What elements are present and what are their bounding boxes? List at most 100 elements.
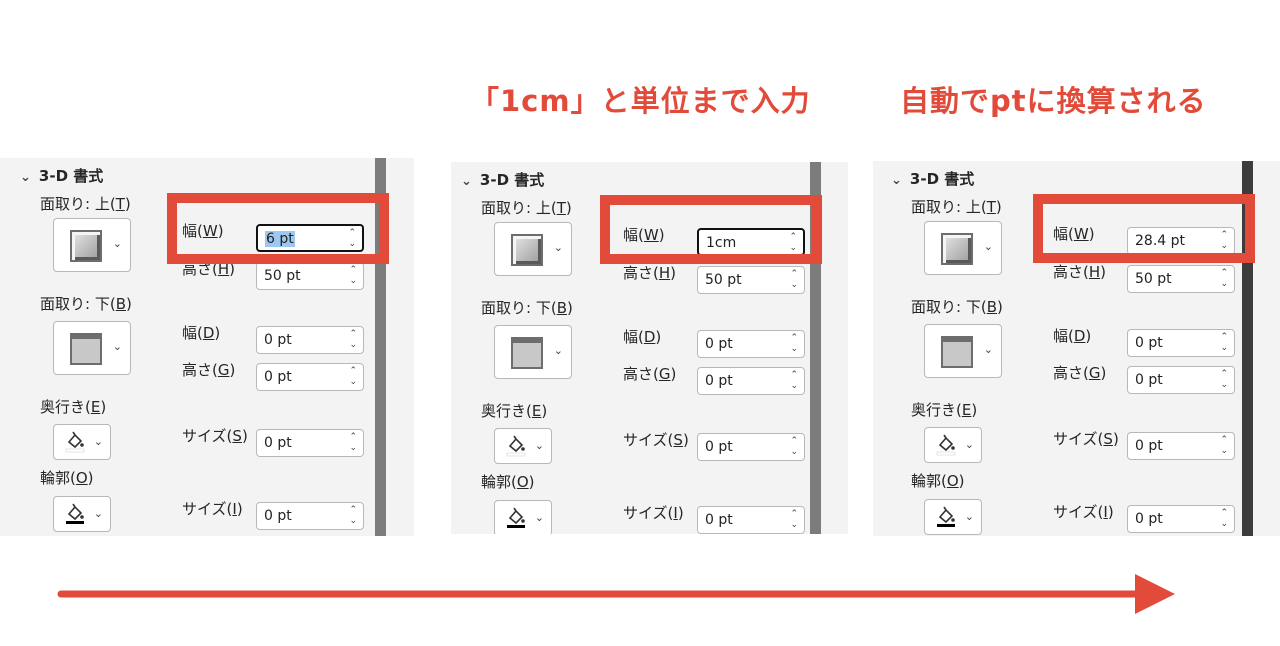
depth-label: 奥行き(E) — [911, 401, 978, 419]
depth-size-input-value[interactable]: 0 pt — [264, 435, 292, 451]
bevel-bottom-picker[interactable]: ⌄ — [53, 321, 131, 375]
bevel-bottom-width-input[interactable]: 0 pt ⌃ ⌄ — [1127, 329, 1235, 357]
size-i-label: サイズ(I) — [1053, 503, 1114, 521]
bevel-preview-icon — [941, 233, 973, 265]
contour-label: 輪郭(O) — [40, 469, 94, 487]
contour-size-input-value[interactable]: 0 pt — [1135, 511, 1163, 527]
depth-size-input-value[interactable]: 0 pt — [705, 439, 733, 455]
bevel-bottom-width-input[interactable]: 0 pt ⌃ ⌄ — [697, 330, 805, 358]
size-i-label: サイズ(I) — [623, 504, 684, 522]
spin-arrows-icon[interactable]: ⌃ ⌄ — [1220, 508, 1228, 530]
bevel-top-picker[interactable]: ⌄ — [494, 222, 572, 276]
spin-arrows-icon[interactable]: ⌃ ⌄ — [349, 265, 357, 287]
bevel-top-picker[interactable]: ⌄ — [53, 218, 131, 272]
bevel-top-picker[interactable]: ⌄ — [924, 221, 1002, 275]
paint-bucket-icon — [65, 431, 85, 453]
chevron-down-icon[interactable]: ⌄ — [965, 438, 974, 451]
size-s-label: サイズ(S) — [1053, 430, 1119, 448]
bevel-bottom-height-input[interactable]: 0 pt ⌃ ⌄ — [1127, 366, 1235, 394]
chevron-down-icon[interactable]: ⌄ — [984, 343, 993, 356]
bevel-top-height-input[interactable]: 50 pt ⌃ ⌄ — [1127, 265, 1235, 293]
height-g-label: 高さ(G) — [182, 361, 236, 379]
depth-label: 奥行き(E) — [481, 402, 548, 420]
contour-color-picker[interactable]: ⌄ — [924, 499, 982, 535]
depth-size-input-value[interactable]: 0 pt — [1135, 438, 1163, 454]
contour-size-input[interactable]: 0 pt ⌃ ⌄ — [697, 506, 805, 534]
contour-size-input[interactable]: 0 pt ⌃ ⌄ — [1127, 505, 1235, 533]
spin-arrows-icon[interactable]: ⌃ ⌄ — [790, 509, 798, 531]
bevel-bottom-height-input-value[interactable]: 0 pt — [264, 369, 292, 385]
depth-size-input[interactable]: 0 pt ⌃ ⌄ — [256, 429, 364, 457]
spin-arrows-icon[interactable]: ⌃ ⌄ — [1220, 332, 1228, 354]
chevron-down-icon[interactable]: ⌄ — [965, 510, 974, 523]
spin-arrows-icon[interactable]: ⌃ ⌄ — [790, 436, 798, 458]
chevron-down-icon[interactable]: ⌄ — [984, 240, 993, 253]
bevel-bottom-height-input-value[interactable]: 0 pt — [1135, 372, 1163, 388]
bevel-bottom-width-input-value[interactable]: 0 pt — [705, 336, 733, 352]
chevron-down-icon[interactable]: ⌄ — [113, 237, 122, 250]
chevron-down-icon[interactable]: ⌄ — [554, 241, 563, 254]
highlight-box — [600, 195, 822, 264]
chevron-down-icon[interactable]: ⌄ — [535, 511, 544, 524]
contour-size-input-value[interactable]: 0 pt — [264, 508, 292, 524]
spin-arrows-icon[interactable]: ⌃ ⌄ — [790, 269, 798, 291]
spin-arrows-icon[interactable]: ⌃ ⌄ — [790, 370, 798, 392]
depth-size-input[interactable]: 0 pt ⌃ ⌄ — [1127, 432, 1235, 460]
spin-arrows-icon[interactable]: ⌃ ⌄ — [1220, 268, 1228, 290]
contour-color-picker[interactable]: ⌄ — [494, 500, 552, 534]
width-d-label: 幅(D) — [1053, 327, 1092, 345]
bevel-top-label: 面取り: 上(T) — [40, 195, 131, 213]
bevel-bottom-width-input-value[interactable]: 0 pt — [1135, 335, 1163, 351]
spin-arrows-icon[interactable]: ⌃ ⌄ — [349, 366, 357, 388]
chevron-down-icon[interactable]: ⌄ — [535, 439, 544, 452]
depth-color-picker[interactable]: ⌄ — [53, 424, 111, 460]
bevel-bottom-width-input[interactable]: 0 pt ⌃ ⌄ — [256, 326, 364, 354]
bevel-preview-icon — [511, 337, 543, 369]
spin-arrows-icon[interactable]: ⌃ ⌄ — [1220, 435, 1228, 457]
chevron-down-icon[interactable]: ⌄ — [554, 344, 563, 357]
spin-arrows-icon[interactable]: ⌃ ⌄ — [349, 432, 357, 454]
size-i-label: サイズ(I) — [182, 500, 243, 518]
depth-color-picker[interactable]: ⌄ — [494, 428, 552, 464]
spin-arrows-icon[interactable]: ⌃ ⌄ — [349, 329, 357, 351]
contour-size-input[interactable]: 0 pt ⌃ ⌄ — [256, 502, 364, 530]
depth-color-picker[interactable]: ⌄ — [924, 427, 982, 463]
bevel-bottom-label: 面取り: 下(B) — [40, 295, 132, 313]
bevel-bottom-picker[interactable]: ⌄ — [924, 324, 1002, 378]
bevel-bottom-height-input[interactable]: 0 pt ⌃ ⌄ — [697, 367, 805, 395]
height-g-label: 高さ(G) — [623, 365, 677, 383]
chevron-down-icon[interactable]: ⌄ — [891, 173, 902, 188]
bevel-top-height-input[interactable]: 50 pt ⌃ ⌄ — [697, 266, 805, 294]
bevel-bottom-height-input[interactable]: 0 pt ⌃ ⌄ — [256, 363, 364, 391]
contour-color-picker[interactable]: ⌄ — [53, 496, 111, 532]
spin-arrows-icon[interactable]: ⌃ ⌄ — [790, 333, 798, 355]
chevron-down-icon[interactable]: ⌄ — [94, 435, 103, 448]
contour-label: 輪郭(O) — [911, 472, 965, 490]
bevel-bottom-width-input-value[interactable]: 0 pt — [264, 332, 292, 348]
section-header[interactable]: ⌄ 3-D 書式 — [20, 165, 103, 186]
chevron-down-icon[interactable]: ⌄ — [113, 340, 122, 353]
bevel-top-label: 面取り: 上(T) — [481, 199, 572, 217]
spin-arrows-icon[interactable]: ⌃ ⌄ — [349, 505, 357, 527]
bevel-bottom-label: 面取り: 下(B) — [481, 299, 573, 317]
bevel-bottom-picker[interactable]: ⌄ — [494, 325, 572, 379]
section-header[interactable]: ⌄ 3-D 書式 — [461, 169, 544, 190]
bevel-bottom-height-input-value[interactable]: 0 pt — [705, 373, 733, 389]
bevel-top-height-input-value[interactable]: 50 pt — [264, 268, 301, 284]
bevel-bottom-label: 面取り: 下(B) — [911, 298, 1003, 316]
bevel-top-height-input[interactable]: 50 pt ⌃ ⌄ — [256, 262, 364, 290]
paint-bucket-icon — [936, 434, 956, 456]
caption-right: 自動でptに換算される — [900, 84, 1207, 118]
bevel-top-height-input-value[interactable]: 50 pt — [705, 272, 742, 288]
chevron-down-icon[interactable]: ⌄ — [20, 170, 31, 185]
depth-size-input[interactable]: 0 pt ⌃ ⌄ — [697, 433, 805, 461]
contour-size-input-value[interactable]: 0 pt — [705, 512, 733, 528]
bevel-top-label: 面取り: 上(T) — [911, 198, 1002, 216]
spin-arrows-icon[interactable]: ⌃ ⌄ — [1220, 369, 1228, 391]
height-h-label: 高さ(H) — [623, 264, 676, 282]
bevel-top-height-input-value[interactable]: 50 pt — [1135, 271, 1172, 287]
paint-bucket-icon — [66, 503, 84, 524]
chevron-down-icon[interactable]: ⌄ — [94, 507, 103, 520]
section-header[interactable]: ⌄ 3-D 書式 — [891, 168, 974, 189]
chevron-down-icon[interactable]: ⌄ — [461, 174, 472, 189]
